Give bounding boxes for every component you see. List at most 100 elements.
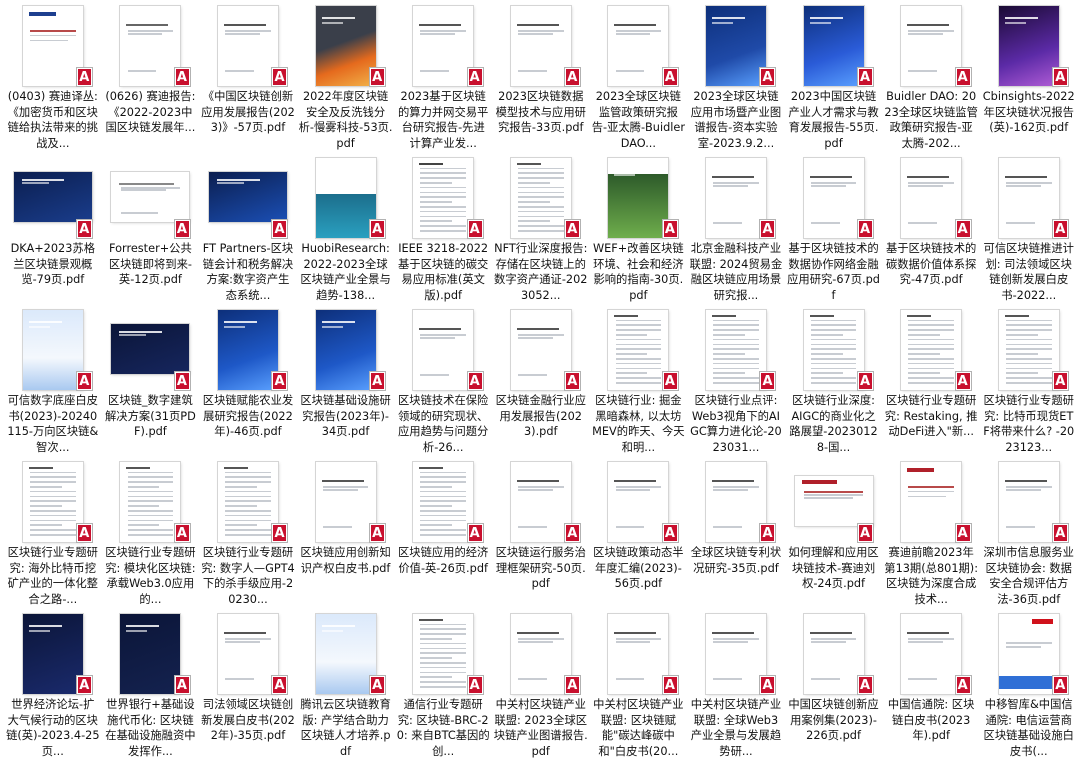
preview-line xyxy=(321,321,355,324)
file-item[interactable]: A 区块链行业点评: Web3视角下的AIGC算力进化论-2023031... xyxy=(687,304,785,455)
preview-line xyxy=(517,334,564,336)
file-item[interactable]: A 全球区块链专利状况研究-35页.pdf xyxy=(687,456,785,607)
file-item[interactable]: A 腾讯云区块链教育版: 产学结合助力区块链人才培养.pdf xyxy=(297,608,395,759)
preview-line xyxy=(517,196,564,198)
file-item[interactable]: A 可信区块链推进计划: 司法领域区块链创新发展白皮书-2022... xyxy=(980,152,1078,303)
file-item[interactable]: A 2023全球区块链应用市场暨产业图谱报告-资本实验室-2023.9.2... xyxy=(687,0,785,151)
preview-line xyxy=(908,372,941,374)
file-item[interactable]: A 区块链行业专题研究: 海外比特币挖矿产业的一体化整合之路-... xyxy=(4,456,102,607)
pdf-icon: A xyxy=(466,522,484,543)
file-item[interactable]: A Cbinsights-2022年区块链状况报告(英)-162页.pdf xyxy=(980,0,1078,151)
file-item[interactable]: A 世界银行+基础设施代币化: 区块链在基础设施融资中发挥作... xyxy=(102,608,200,759)
file-name: 基于区块链技术的碳数据价值体系探究-47页.pdf xyxy=(885,241,977,287)
preview-line xyxy=(1005,377,1052,379)
preview-line xyxy=(713,638,759,640)
document-preview xyxy=(705,310,766,390)
file-item[interactable]: A WEF+改善区块链环境、社会和经济影响的指南-30页.pdf xyxy=(590,152,688,303)
preview-line xyxy=(713,319,759,322)
file-item[interactable]: A DKA+2023苏格兰区块链景观概览-79页.pdf xyxy=(4,152,102,303)
file-item[interactable]: A 中国区块链创新应用案例集(2023)-226页.pdf xyxy=(785,608,883,759)
file-item[interactable]: A 2023基于区块链的算力并网交易平台研究报告-先进计算产业发... xyxy=(394,0,492,151)
file-item[interactable]: A 区块链政策动态半年度汇编(2023)-56页.pdf xyxy=(590,456,688,607)
preview-line xyxy=(321,22,343,24)
preview-line xyxy=(419,327,462,330)
file-item[interactable]: A 区块链应用创新知识产权白皮书.pdf xyxy=(297,456,395,607)
document-preview xyxy=(315,614,376,694)
pdf-icon: A xyxy=(564,674,582,695)
file-item[interactable]: A 北京金融科技产业联盟: 2024贸易金融区块链应用场景研究报... xyxy=(687,152,785,303)
file-item[interactable]: A 区块链行业深度: AIGC的商业化之路展望-20230128-国... xyxy=(785,304,883,455)
preview-line xyxy=(29,500,76,502)
file-item[interactable]: A 中关村区块链产业联盟: 全球Web3产业全景与发展趋势研... xyxy=(687,608,785,759)
file-thumbnail: A xyxy=(297,456,394,543)
preview-line xyxy=(1005,343,1052,346)
pdf-icon: A xyxy=(1052,522,1070,543)
preview-line xyxy=(420,206,466,208)
document-preview xyxy=(13,172,92,222)
file-item[interactable]: A 如何理解和应用区块链技术-赛迪刘权-24页.pdf xyxy=(785,456,883,607)
file-item[interactable]: A 赛迪前瞻2023年第13期(总801期): 区块链为深度合成技术... xyxy=(882,456,980,607)
preview-line xyxy=(810,362,857,365)
file-item[interactable]: A 区块链基础设施研究报告(2023年)-34页.pdf xyxy=(297,304,395,455)
file-item[interactable]: A 区块链行业专题研究: 数字人—GPT4下的杀手级应用-20230... xyxy=(199,456,297,607)
file-item[interactable]: A 司法领域区块链创新发展白皮书(2022年)-35页.pdf xyxy=(199,608,297,759)
preview-line xyxy=(615,329,662,331)
file-thumbnail: A xyxy=(980,608,1077,695)
file-item[interactable]: A 中移智库&中国信通院: 电信运营商区块链基础设施白皮书(... xyxy=(980,608,1078,759)
file-name: Buidler DAO: 2023全球区块链监管政策研究报告-亚太腾-202..… xyxy=(884,89,978,151)
file-item[interactable]: A 区块链行业专题研究: 模块化区块链: 承载Web3.0应用的... xyxy=(102,456,200,607)
document-preview xyxy=(998,614,1059,694)
file-item[interactable]: A 2023全球区块链监管政策研究报告-亚太腾-Buidler DAO... xyxy=(590,0,688,151)
file-item[interactable]: A 基于区块链技术的碳数据价值体系探究-47页.pdf xyxy=(882,152,980,303)
file-item[interactable]: A 区块链行业专题研究: 比特币现货ETF将带来什么? -2023123... xyxy=(980,304,1078,455)
file-thumbnail: A xyxy=(785,304,882,391)
document-preview xyxy=(315,6,376,86)
file-item[interactable]: A Forrester+公共区块链即将到来-英-12页.pdf xyxy=(102,152,200,303)
file-item[interactable]: A IEEE 3218-2022 基于区块链的碳交易应用标准(英文版).pdf xyxy=(394,152,492,303)
file-item[interactable]: A 基于区块链技术的数据协作网络金融应用研究-67页.pdf xyxy=(785,152,883,303)
file-name: 《中国区块链创新应用发展报告(2023)》-57页.pdf xyxy=(201,89,295,135)
file-item[interactable]: A FT Partners-区块链会计和税务解决方案:数字资产生态系统... xyxy=(199,152,297,303)
preview-line xyxy=(126,625,160,628)
file-item[interactable]: A 区块链应用的经济价值-英-26页.pdf xyxy=(394,456,492,607)
file-item[interactable]: A HuobiResearch: 2022-2023全球区块链产业全景与趋势-1… xyxy=(297,152,395,303)
preview-line xyxy=(516,631,559,634)
preview-line xyxy=(516,479,559,482)
file-item[interactable]: A 区块链行业专题研究: Restaking, 推动DeFi进入"新... xyxy=(882,304,980,455)
preview-line xyxy=(713,334,745,336)
file-item[interactable]: A 2023中国区块链产业人才需求与教育发展报告-55页.pdf xyxy=(785,0,883,151)
file-item[interactable]: A NFT行业深度报告: 存储在区块链上的数字资产通证-2023052... xyxy=(492,152,590,303)
preview-line xyxy=(713,489,748,491)
file-item[interactable]: A 区块链运行服务治理框架研究-50页.pdf xyxy=(492,456,590,607)
file-item[interactable]: A 可信数字底座白皮书(2023)-20240115-万向区块链&智次... xyxy=(4,304,102,455)
file-item[interactable]: A 区块链技术在保险领域的研究现状、应用趋势与问题分析-26... xyxy=(394,304,492,455)
file-item[interactable]: A (0403) 赛迪译丛: 《加密货币和区块链给执法带来的挑战及... xyxy=(4,0,102,151)
preview-line xyxy=(809,22,831,24)
file-item[interactable]: A 2022年度区块链安全及反洗钱分析-慢雾科技-53页.pdf xyxy=(297,0,395,151)
preview-line xyxy=(420,490,466,493)
preview-line xyxy=(1005,372,1038,374)
file-item[interactable]: A 区块链金融行业应用发展报告(2023).pdf xyxy=(492,304,590,455)
file-item[interactable]: A 区块链_数字建筑解决方案(31页PDF).pdf xyxy=(102,304,200,455)
file-item[interactable]: A 区块链行业: 掘金黑暗森林, 以太坊MEV的昨天、今天和明... xyxy=(590,304,688,455)
preview-line xyxy=(1005,642,1052,644)
file-item[interactable]: A 2023区块链数据模型技术与应用研究报告-33页.pdf xyxy=(492,0,590,151)
file-item[interactable]: A 深圳市信息服务业区块链协会: 数据安全合规评估方法-36页.pdf xyxy=(980,456,1078,607)
preview-line xyxy=(420,652,466,654)
file-item[interactable]: A 世界经济论坛-扩大气候行动的区块链(英)-2023.4-25页... xyxy=(4,608,102,759)
preview-line xyxy=(419,466,444,469)
file-item[interactable]: A 《中国区块链创新应用发展报告(2023)》-57页.pdf xyxy=(199,0,297,151)
file-item[interactable]: A 中关村区块链产业联盟: 2023全球区块链产业图谱报告.pdf xyxy=(492,608,590,759)
file-item[interactable]: A Buidler DAO: 2023全球区块链监管政策研究报告-亚太腾-202… xyxy=(882,0,980,151)
file-item[interactable]: A 区块链赋能农业发展研究报告(2022年)-46页.pdf xyxy=(199,304,297,455)
file-item[interactable]: A 通信行业专题研究: 区块链-BRC-20: 来自BTC基因的创... xyxy=(394,608,492,759)
preview-line xyxy=(127,33,163,35)
file-item[interactable]: A (0626) 赛迪报告: 《2022-2023中国区块链发展年... xyxy=(102,0,200,151)
document-preview xyxy=(217,462,278,542)
file-item[interactable]: A 中国信通院: 区块链白皮书(2023年).pdf xyxy=(882,608,980,759)
file-item[interactable]: A 中关村区块链产业联盟: 区块链赋能"碳达峰碳中和"白皮书(20... xyxy=(590,608,688,759)
file-grid: A (0403) 赛迪译丛: 《加密货币和区块链给执法带来的挑战及... A (… xyxy=(4,0,1078,761)
pdf-icon: A xyxy=(369,522,387,543)
preview-line xyxy=(420,476,466,478)
preview-line xyxy=(517,489,553,491)
